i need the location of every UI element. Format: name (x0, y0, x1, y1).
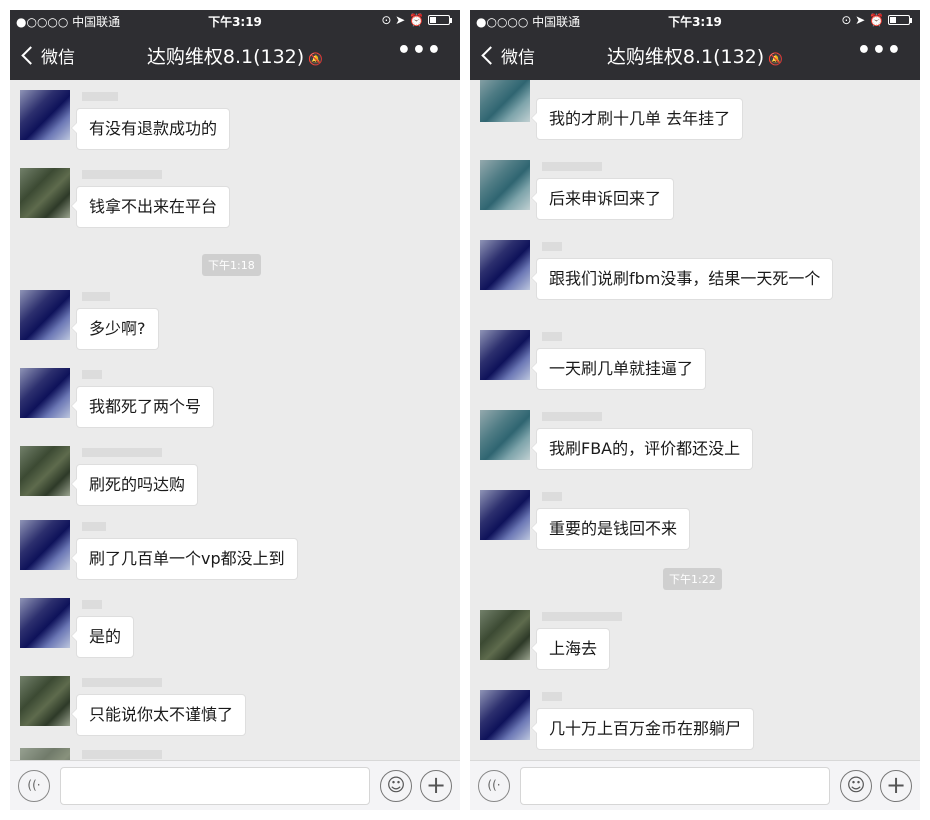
plus-button[interactable]: + (880, 770, 912, 802)
message-bubble[interactable]: 刷死的吗达购 (70, 464, 199, 506)
message-bubble[interactable]: 重要的是钱回不来 (530, 508, 691, 550)
status-icons: ⊙ ➤ ⏰ (381, 13, 452, 27)
avatar[interactable] (480, 240, 530, 290)
nickname-blurred (542, 242, 562, 251)
nickname-blurred (542, 412, 602, 421)
status-icons-text: ⊙ ➤ ⏰ (381, 13, 424, 27)
message-bubble[interactable]: 多少啊? (71, 308, 159, 350)
message-bubble[interactable]: 只能说你太不谨慎了 (70, 694, 247, 736)
left-phone-screen: ●○○○○ 中国联通 下午3:19 ⊙ ➤ ⏰ 微信 达购维权8.1(132) 🔕… (10, 10, 460, 810)
message-input[interactable] (60, 767, 370, 805)
chat-title-text: 达购维权8.1(132) (606, 46, 765, 68)
nav-bar: 微信 达购维权8.1(132) 🔕 ••• (470, 30, 920, 80)
timestamp-badge: 下午1:22 (663, 568, 722, 590)
voice-button[interactable]: ((· (18, 770, 50, 802)
message-bubble[interactable]: 有没有退款成功的 (70, 108, 231, 150)
message-bubble[interactable]: 跟我们说刷fbm没事，结果一天死一个 (530, 258, 834, 300)
nickname-blurred (542, 162, 602, 171)
avatar[interactable] (20, 90, 70, 140)
nickname-blurred (542, 612, 622, 621)
input-bar: ((· ☺ + (10, 760, 460, 810)
plus-button[interactable]: + (420, 770, 452, 802)
right-phone-screen: ●○○○○ 中国联通 下午3:19 ⊙ ➤ ⏰ 微信 达购维权8.1(132) 🔕… (470, 10, 920, 810)
battery-icon (428, 15, 450, 25)
avatar[interactable] (20, 446, 70, 496)
timestamp-badge: 下午1:18 (202, 254, 261, 276)
nickname-blurred (82, 170, 162, 179)
chat-area[interactable]: 有没有退款成功的 钱拿不出来在平台 下午1:18 多少啊? 我都死了两个号 刷死… (10, 80, 460, 760)
nickname-blurred (542, 492, 562, 501)
chat-title: 达购维权8.1(132) 🔕 (10, 42, 460, 69)
message-input[interactable] (520, 767, 830, 805)
message-bubble[interactable]: 我刷FBA的，评价都还没上 (530, 428, 754, 470)
mute-bell-icon: 🔕 (308, 52, 324, 66)
avatar[interactable] (480, 330, 530, 380)
battery-icon (888, 15, 910, 25)
avatar[interactable] (480, 610, 530, 660)
avatar[interactable] (20, 520, 70, 570)
input-bar: ((· ☺ + (470, 760, 920, 810)
voice-button[interactable]: ((· (478, 770, 510, 802)
avatar[interactable] (20, 748, 70, 760)
avatar[interactable] (480, 80, 530, 122)
nickname-blurred (82, 600, 102, 609)
emoji-button[interactable]: ☺ (840, 770, 872, 802)
nickname-blurred (82, 678, 162, 687)
chat-area[interactable]: 我的才刷十几单 去年挂了 后来申诉回来了 跟我们说刷fbm没事，结果一天死一个 … (470, 80, 920, 760)
avatar[interactable] (480, 490, 530, 540)
nickname-blurred (82, 448, 162, 457)
chat-title-text: 达购维权8.1(132) (146, 46, 305, 68)
message-bubble[interactable]: 上海去 (530, 628, 611, 670)
status-icons-text: ⊙ ➤ ⏰ (841, 13, 884, 27)
avatar[interactable] (20, 368, 70, 418)
nickname-blurred (82, 292, 110, 301)
avatar[interactable] (20, 676, 70, 726)
message-bubble[interactable]: 几十万上百万金币在那躺尸 (530, 708, 755, 750)
message-bubble[interactable]: 是的 (70, 616, 135, 658)
emoji-button[interactable]: ☺ (380, 770, 412, 802)
avatar[interactable] (480, 160, 530, 210)
avatar[interactable] (20, 598, 70, 648)
status-icons: ⊙ ➤ ⏰ (841, 13, 912, 27)
nickname-blurred (542, 332, 562, 341)
avatar[interactable] (20, 168, 70, 218)
more-button[interactable]: ••• (857, 38, 902, 63)
avatar[interactable] (480, 690, 530, 740)
message-bubble[interactable]: 后来申诉回来了 (530, 178, 675, 220)
message-bubble[interactable]: 一天刷几单就挂逼了 (530, 348, 707, 390)
nickname-blurred (82, 522, 106, 531)
message-bubble[interactable]: 刷了几百单一个vp都没上到 (71, 538, 298, 580)
nickname-blurred (82, 750, 162, 759)
avatar[interactable] (480, 410, 530, 460)
message-bubble[interactable]: 我都死了两个号 (70, 386, 215, 428)
mute-bell-icon: 🔕 (768, 52, 784, 66)
nav-bar: 微信 达购维权8.1(132) 🔕 ••• (10, 30, 460, 80)
more-button[interactable]: ••• (397, 38, 442, 63)
nickname-blurred (542, 692, 562, 701)
nickname-blurred (82, 370, 102, 379)
message-bubble[interactable]: 我的才刷十几单 去年挂了 (530, 98, 744, 140)
status-bar: ●○○○○ 中国联通 下午3:19 ⊙ ➤ ⏰ (470, 10, 920, 30)
message-bubble[interactable]: 钱拿不出来在平台 (70, 186, 231, 228)
nickname-blurred (82, 92, 118, 101)
avatar[interactable] (20, 290, 70, 340)
status-bar: ●○○○○ 中国联通 下午3:19 ⊙ ➤ ⏰ (10, 10, 460, 30)
chat-title: 达购维权8.1(132) 🔕 (470, 42, 920, 69)
